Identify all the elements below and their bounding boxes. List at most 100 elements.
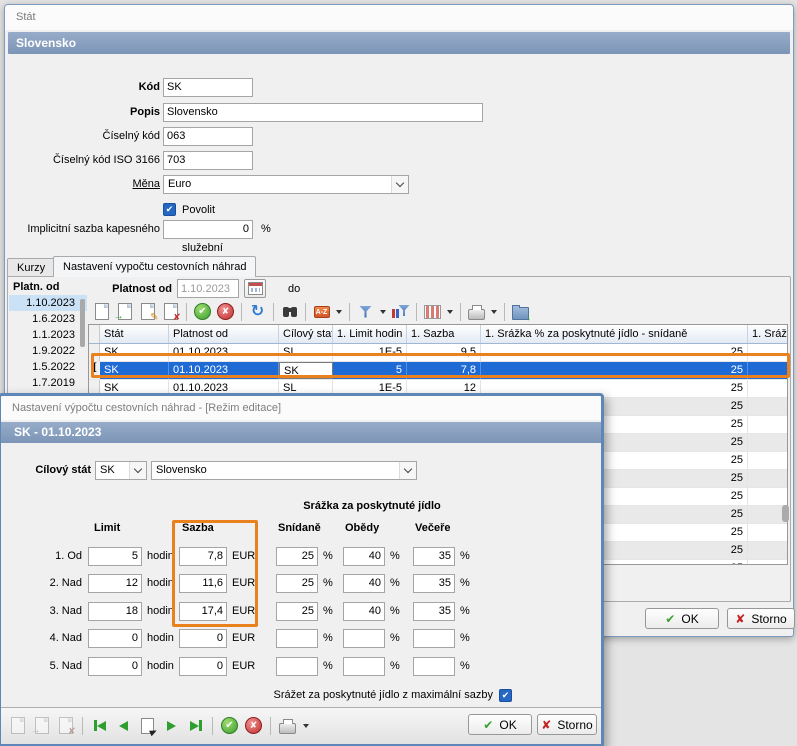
- vecere-input-4[interactable]: [413, 629, 455, 648]
- search-button[interactable]: [279, 301, 300, 322]
- new-record-button[interactable]: [91, 301, 112, 322]
- snidane-input-1[interactable]: [276, 547, 318, 566]
- limit-input-4[interactable]: [88, 629, 142, 648]
- last-record-button[interactable]: [185, 715, 206, 736]
- vecere-input-1[interactable]: [413, 547, 455, 566]
- calendar-button[interactable]: [244, 279, 266, 298]
- toolbar-separator: [241, 303, 242, 321]
- popis-input[interactable]: [163, 103, 483, 122]
- mena-label[interactable]: Měna: [8, 175, 160, 194]
- column-header-limit[interactable]: 1. Limit hodin: [333, 325, 407, 343]
- date-list-item[interactable]: 1.9.2022: [9, 343, 87, 359]
- filter-dropdown-arrow[interactable]: [380, 310, 386, 314]
- copy-record-button[interactable]: [114, 301, 135, 322]
- dialog-ok-button[interactable]: ✔ OK: [468, 714, 532, 735]
- mena-dropdown-button[interactable]: [391, 176, 408, 193]
- obedy-input-4[interactable]: [343, 629, 385, 648]
- new-record-button[interactable]: [7, 715, 28, 736]
- povolit-checkbox[interactable]: [163, 203, 176, 216]
- delete-record-button[interactable]: [160, 301, 181, 322]
- cilovy-stat-code-combo[interactable]: SK: [95, 461, 147, 480]
- snidane-input-2[interactable]: [276, 574, 318, 593]
- sort-dropdown-arrow[interactable]: [336, 310, 342, 314]
- kod-input[interactable]: [163, 78, 253, 97]
- columns-dropdown-arrow[interactable]: [447, 310, 453, 314]
- date-list-item[interactable]: 1.5.2022: [9, 359, 87, 375]
- obedy-input-5[interactable]: [343, 657, 385, 676]
- column-header-platnost[interactable]: Platnost od: [169, 325, 279, 343]
- filter-stats-button[interactable]: [390, 301, 411, 322]
- platnost-od-input[interactable]: [177, 279, 239, 298]
- tab-kurzy[interactable]: Kurzy: [7, 258, 55, 276]
- previous-record-button[interactable]: [113, 715, 134, 736]
- filter-button[interactable]: [355, 301, 376, 322]
- cancel-button[interactable]: [215, 301, 236, 322]
- iso-kod-input[interactable]: [163, 151, 253, 170]
- red-cross-icon: ✘: [735, 612, 745, 626]
- date-list-scrollbar[interactable]: [80, 299, 85, 347]
- limit-input-5[interactable]: [88, 657, 142, 676]
- print-button[interactable]: [277, 715, 298, 736]
- date-list-item[interactable]: 1.7.2019: [9, 375, 87, 391]
- cilovy-stat-name-combo[interactable]: Slovensko: [151, 461, 417, 480]
- limit-input-3[interactable]: [88, 602, 142, 621]
- cancel-button[interactable]: [243, 715, 264, 736]
- column-header-srazka-snidane[interactable]: 1. Srážka % za poskytnuté jídlo - snídan…: [481, 325, 748, 343]
- vecere-input-2[interactable]: [413, 574, 455, 593]
- inline-edit-cell[interactable]: SK: [279, 362, 333, 379]
- window-storno-button[interactable]: ✘ Storno: [727, 608, 795, 629]
- ciselny-kod-input[interactable]: [163, 127, 253, 146]
- print-dropdown-arrow[interactable]: [491, 310, 497, 314]
- cilovy-name-dropdown-button[interactable]: [399, 462, 416, 479]
- copy-record-button[interactable]: [31, 715, 52, 736]
- confirm-button[interactable]: [192, 301, 213, 322]
- kapesne-input[interactable]: [163, 220, 253, 239]
- mena-combo[interactable]: Euro: [163, 175, 409, 194]
- export-button[interactable]: [510, 301, 531, 322]
- limit-input-1[interactable]: [88, 547, 142, 566]
- tab-nastaveni-nahrad[interactable]: Nastavení vypočtu cestovních náhrad: [53, 256, 256, 277]
- column-header-sazba[interactable]: 1. Sazba: [407, 325, 481, 343]
- snidane-input-4[interactable]: [276, 629, 318, 648]
- first-record-button[interactable]: [89, 715, 110, 736]
- table-row-selected[interactable]: SK 01.10.2023 SK 5 7,8 25: [89, 362, 787, 380]
- refresh-button[interactable]: [247, 301, 268, 322]
- sazba-input-3[interactable]: [179, 602, 227, 621]
- record-list-button[interactable]: [137, 715, 158, 736]
- sort-button[interactable]: [311, 301, 332, 322]
- delete-record-button[interactable]: [55, 715, 76, 736]
- next-record-button[interactable]: [161, 715, 182, 736]
- sazba-input-4[interactable]: [179, 629, 227, 648]
- stat-window-titlebar[interactable]: Stát: [5, 5, 793, 30]
- cilovy-code-dropdown-button[interactable]: [129, 462, 146, 479]
- calendar-icon: [248, 282, 263, 295]
- snidane-input-5[interactable]: [276, 657, 318, 676]
- vecere-input-5[interactable]: [413, 657, 455, 676]
- print-dropdown-arrow[interactable]: [303, 724, 309, 728]
- sazba-input-2[interactable]: [179, 574, 227, 593]
- print-button[interactable]: [466, 301, 487, 322]
- limit-input-2[interactable]: [88, 574, 142, 593]
- snidane-input-3[interactable]: [276, 602, 318, 621]
- sazba-input-5[interactable]: [179, 657, 227, 676]
- column-header-stat[interactable]: Stát: [100, 325, 169, 343]
- obedy-input-1[interactable]: [343, 547, 385, 566]
- date-list-item[interactable]: 1.1.2023: [9, 327, 87, 343]
- vecere-input-3[interactable]: [413, 602, 455, 621]
- table-row[interactable]: SK 01.10.2023 SI 1E-5 9,5 25: [89, 344, 787, 362]
- dialog-titlebar[interactable]: Nastavení výpočtu cestovních náhrad - [R…: [1, 396, 601, 420]
- srazet-checkbox[interactable]: [499, 689, 512, 702]
- columns-button[interactable]: [422, 301, 443, 322]
- dialog-storno-button[interactable]: ✘ Storno: [537, 714, 597, 735]
- column-header-srazka-pos[interactable]: 1. Srážka % za pos: [748, 325, 788, 343]
- date-list-item[interactable]: 1.10.2023: [9, 295, 87, 311]
- window-ok-button[interactable]: ✔ OK: [645, 608, 719, 629]
- table-scrollbar-thumb[interactable]: [782, 505, 789, 522]
- edit-record-button[interactable]: [137, 301, 158, 322]
- date-list-item[interactable]: 1.6.2023: [9, 311, 87, 327]
- confirm-button[interactable]: [219, 715, 240, 736]
- sazba-input-1[interactable]: [179, 547, 227, 566]
- obedy-input-3[interactable]: [343, 602, 385, 621]
- column-header-cilovy[interactable]: Cílový stat: [279, 325, 333, 343]
- obedy-input-2[interactable]: [343, 574, 385, 593]
